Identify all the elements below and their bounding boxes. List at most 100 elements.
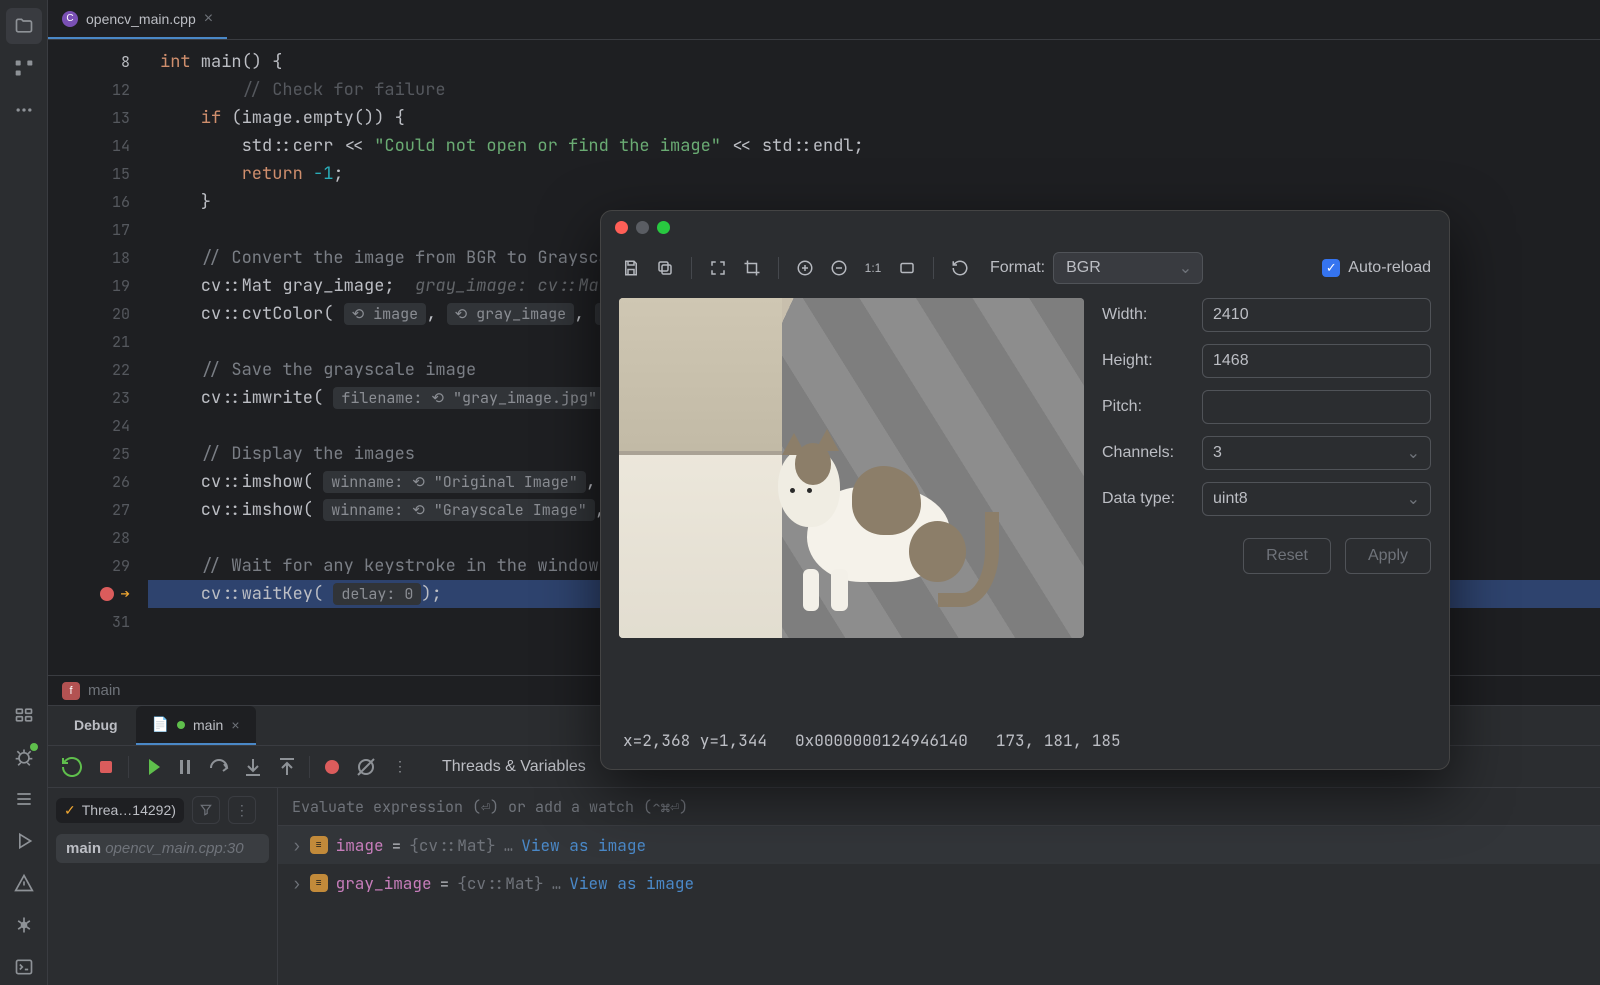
window-titlebar[interactable]	[601, 211, 1449, 244]
cat-illustration	[786, 420, 991, 610]
zoom-in-icon[interactable]	[793, 256, 817, 280]
structure-tool-icon[interactable]	[6, 50, 42, 86]
width-label: Width:	[1102, 306, 1192, 324]
tab-run-config[interactable]: 📄 main ×	[136, 706, 256, 745]
reset-button[interactable]: Reset	[1243, 538, 1331, 574]
editor-tab-opencv-main[interactable]: C opencv_main.cpp ×	[48, 0, 227, 39]
code-token: // Convert the image from BGR to Graysca…	[160, 247, 619, 269]
chevron-right-icon[interactable]: ›	[292, 835, 302, 856]
close-tab-icon[interactable]: ×	[231, 717, 239, 733]
save-icon[interactable]	[619, 256, 643, 280]
resume-button[interactable]	[139, 755, 163, 779]
code-token: cv::Mat gray_image;	[160, 275, 415, 297]
line-number: 19	[48, 272, 130, 300]
evaluate-expression-input[interactable]: Evaluate expression (⏎) or add a watch (…	[278, 788, 1600, 826]
terminal-tool-icon[interactable]	[6, 949, 42, 985]
step-out-button[interactable]	[275, 755, 299, 779]
code-token: }	[160, 191, 211, 213]
problems-tool-icon[interactable]	[6, 865, 42, 901]
image-inspector-window[interactable]: 1:1 Format: BGR ✓ Auto-reload	[600, 210, 1450, 770]
chevron-right-icon[interactable]: ›	[292, 873, 302, 894]
channels-label: Channels:	[1102, 444, 1192, 462]
param-hint: ⟲ image	[344, 303, 427, 325]
tab-label: Debug	[74, 717, 118, 733]
line-number: 14	[48, 132, 130, 160]
image-preview[interactable]	[619, 298, 1084, 638]
line-number: 8	[48, 48, 130, 76]
width-input[interactable]	[1202, 298, 1431, 332]
zoom-window-button[interactable]	[657, 221, 670, 234]
run-tool-icon[interactable]	[6, 823, 42, 859]
more-tool-icon[interactable]	[6, 92, 42, 128]
line-number: 23	[48, 384, 130, 412]
mute-breakpoints-button[interactable]	[354, 755, 378, 779]
more-actions-button[interactable]: ⋮	[388, 755, 412, 779]
editor-tabs: C opencv_main.cpp ×	[48, 0, 1600, 40]
tool-stripe	[0, 0, 48, 985]
crop-icon[interactable]	[740, 256, 764, 280]
height-input[interactable]	[1202, 344, 1431, 378]
bookmarks-tool-icon[interactable]	[6, 697, 42, 733]
debug-tool-icon[interactable]	[6, 739, 42, 775]
frames-menu-button[interactable]: ⋮	[228, 796, 256, 824]
todo-tool-icon[interactable]	[6, 781, 42, 817]
refresh-icon[interactable]	[948, 256, 972, 280]
stack-frame[interactable]: main opencv_main.cpp:30	[56, 834, 269, 863]
copy-icon[interactable]	[653, 256, 677, 280]
line-number: 17	[48, 216, 130, 244]
filter-frames-button[interactable]	[192, 796, 220, 824]
inspector-status-bar: x=2,368 y=1,344 0x0000000124946140 173, …	[601, 718, 1449, 769]
actual-size-icon[interactable]: 1:1	[861, 256, 885, 280]
pitch-label: Pitch:	[1102, 398, 1192, 416]
variable-row-gray-image[interactable]: › ≡ gray_image = {cv::Mat} … View as ima…	[278, 864, 1600, 902]
variable-row-image[interactable]: › ≡ image = {cv::Mat} … View as image	[278, 826, 1600, 864]
rerun-button[interactable]	[60, 755, 84, 779]
view-as-image-link[interactable]: View as image	[569, 873, 694, 894]
equals: =	[440, 873, 450, 894]
auto-reload-checkbox[interactable]: ✓ Auto-reload	[1322, 259, 1431, 277]
code-token: cv::waitKey(	[160, 583, 333, 605]
frame-location: opencv_main.cpp:30	[105, 840, 243, 857]
threads-variables-label[interactable]: Threads & Variables	[422, 758, 586, 776]
pitch-input[interactable]	[1202, 390, 1431, 424]
variable-type: {cv::Mat}	[457, 873, 543, 894]
code-token: ,	[426, 303, 446, 325]
thread-selector[interactable]: ✓ Threa…14292)	[56, 798, 184, 823]
line-number: 24	[48, 412, 130, 440]
channels-select[interactable]: 3	[1202, 436, 1431, 470]
project-tool-icon[interactable]	[6, 8, 42, 44]
code-token: cv::imwrite(	[160, 387, 333, 409]
view-as-image-link[interactable]: View as image	[521, 835, 646, 856]
running-dot-icon	[177, 721, 185, 729]
line-number: 27	[48, 496, 130, 524]
variable-type: {cv::Mat}	[409, 835, 495, 856]
variable-name: image	[336, 835, 384, 856]
code-token: << std::endl;	[721, 135, 864, 157]
code-token: // Wait for any keystroke in the window	[160, 555, 599, 577]
code-token: int	[160, 51, 191, 73]
code-token: -1	[313, 163, 333, 185]
fit-screen-icon[interactable]	[895, 256, 919, 280]
breadcrumb-function[interactable]: main	[88, 682, 121, 699]
pause-button[interactable]	[173, 755, 197, 779]
services-tool-icon[interactable]	[6, 907, 42, 943]
stop-button[interactable]	[94, 755, 118, 779]
breakpoint-row[interactable]: ➔	[48, 580, 130, 608]
format-select[interactable]: BGR	[1053, 252, 1203, 284]
dtype-select[interactable]: uint8	[1202, 482, 1431, 516]
zoom-out-icon[interactable]	[827, 256, 851, 280]
step-into-button[interactable]	[241, 755, 265, 779]
fit-icon[interactable]	[706, 256, 730, 280]
execution-pointer-icon: ➔	[120, 580, 130, 608]
close-window-button[interactable]	[615, 221, 628, 234]
channels-value: 3	[1213, 444, 1222, 461]
apply-button[interactable]: Apply	[1345, 538, 1431, 574]
minimize-window-button[interactable]	[636, 221, 649, 234]
step-over-button[interactable]	[207, 755, 231, 779]
code-token: // Display the images	[160, 443, 415, 465]
breakpoint-icon[interactable]	[100, 587, 114, 601]
view-breakpoints-button[interactable]	[320, 755, 344, 779]
cpp-file-icon: C	[62, 11, 78, 27]
tab-debug[interactable]: Debug	[58, 707, 134, 745]
close-tab-icon[interactable]: ×	[204, 10, 213, 28]
